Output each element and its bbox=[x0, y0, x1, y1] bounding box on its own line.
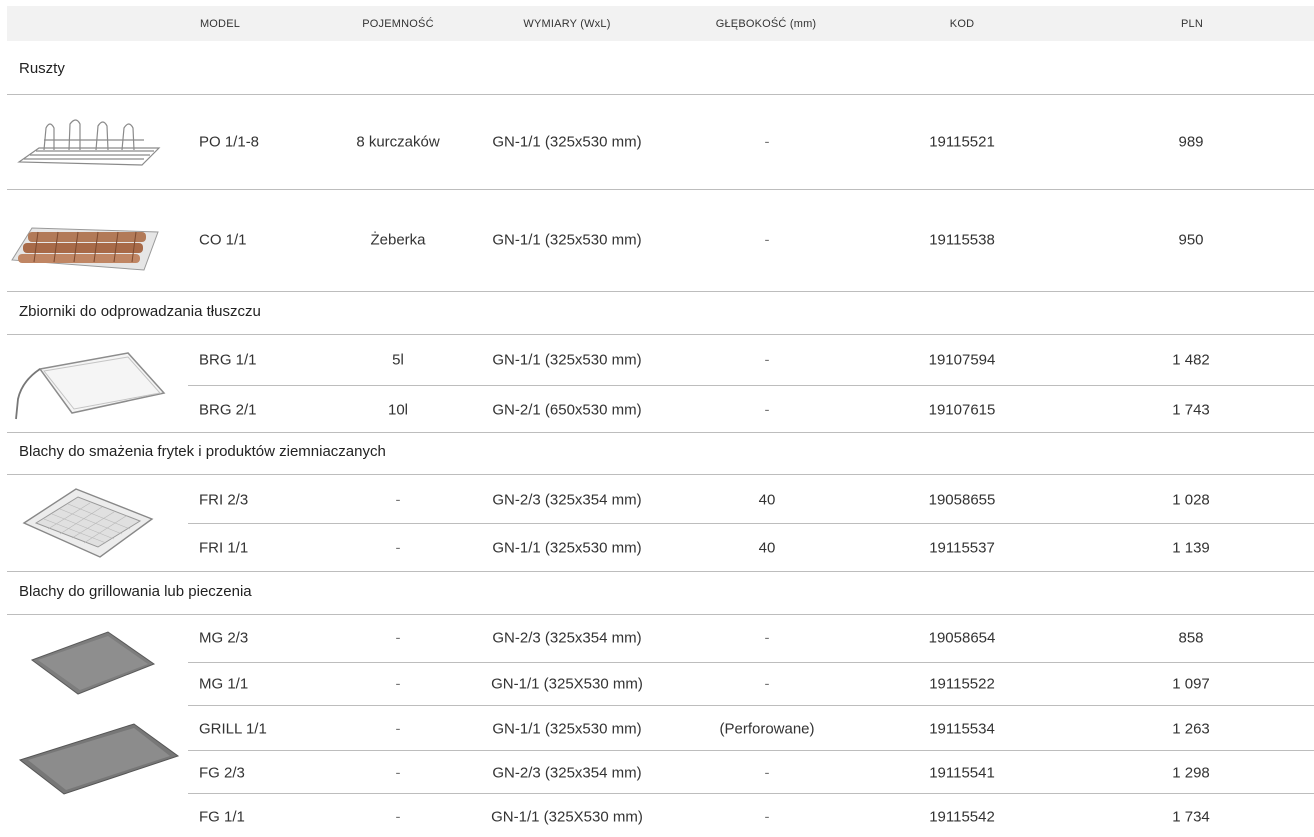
cell-depth: - bbox=[764, 629, 770, 647]
col-depth-header: GŁĘBOKOŚĆ (mm) bbox=[715, 18, 817, 30]
cell-depth: 40 bbox=[758, 539, 776, 557]
chicken-rack-image bbox=[17, 119, 161, 166]
cell-price: 1 734 bbox=[1172, 808, 1210, 826]
cell-code: 19115537 bbox=[929, 539, 995, 557]
grill-tray-large-image bbox=[18, 723, 180, 795]
row-divider bbox=[188, 750, 1314, 751]
cell-price: 1 298 bbox=[1172, 764, 1210, 782]
cell-dimensions: GN-2/3 (325x354 mm) bbox=[492, 629, 642, 647]
cell-model: FG 2/3 bbox=[199, 764, 245, 782]
section-title-fry-trays: Blachy do smażenia frytek i produktów zi… bbox=[19, 443, 386, 460]
cell-code: 19115541 bbox=[929, 764, 995, 782]
divider bbox=[7, 334, 1314, 335]
cell-dimensions: GN-1/1 (325x530 mm) bbox=[492, 133, 642, 151]
section-title-grill-trays: Blachy do grillowania lub pieczenia bbox=[19, 583, 252, 600]
cell-capacity: - bbox=[395, 491, 401, 509]
cell-model: MG 2/3 bbox=[199, 629, 249, 647]
row-divider bbox=[188, 385, 1314, 386]
cell-price: 950 bbox=[1178, 231, 1204, 249]
cell-capacity: 5l bbox=[392, 351, 404, 369]
cell-dimensions: GN-1/1 (325X530 mm) bbox=[491, 675, 643, 693]
cell-model: PO 1/1-8 bbox=[199, 133, 260, 151]
divider bbox=[7, 94, 1314, 95]
cell-depth: - bbox=[764, 675, 770, 693]
cell-price: 858 bbox=[1178, 629, 1204, 647]
cell-dimensions: GN-1/1 (325X530 mm) bbox=[491, 808, 643, 826]
cell-model: BRG 2/1 bbox=[199, 401, 257, 419]
cell-model: FRI 2/3 bbox=[199, 491, 249, 509]
cell-capacity: - bbox=[395, 808, 401, 826]
cell-capacity: - bbox=[395, 764, 401, 782]
cell-code: 19115542 bbox=[929, 808, 995, 826]
cell-price: 1 139 bbox=[1172, 539, 1210, 557]
cell-capacity: 8 kurczaków bbox=[356, 133, 440, 151]
cell-code: 19107615 bbox=[928, 401, 996, 419]
cell-capacity: - bbox=[395, 539, 401, 557]
row-divider bbox=[188, 793, 1314, 794]
divider bbox=[7, 189, 1314, 190]
cell-code: 19115538 bbox=[929, 231, 995, 249]
cell-depth: - bbox=[764, 231, 770, 249]
table-header: MODEL POJEMNOŚĆ WYMIARY (WxL) GŁĘBOKOŚĆ … bbox=[7, 6, 1314, 41]
cell-depth: (Perforowane) bbox=[719, 720, 815, 738]
divider bbox=[7, 432, 1314, 433]
ribs-rack-image bbox=[11, 227, 159, 271]
row-divider bbox=[188, 705, 1314, 706]
cell-model: FG 1/1 bbox=[199, 808, 245, 826]
cell-price: 1 263 bbox=[1172, 720, 1210, 738]
cell-depth: - bbox=[764, 808, 770, 826]
cell-price: 989 bbox=[1178, 133, 1204, 151]
cell-capacity: - bbox=[395, 629, 401, 647]
cell-model: CO 1/1 bbox=[199, 231, 247, 249]
col-dimensions-header: WYMIARY (WxL) bbox=[523, 18, 611, 30]
cell-depth: - bbox=[764, 401, 770, 419]
cell-depth: 40 bbox=[758, 491, 776, 509]
cell-code: 19058655 bbox=[928, 491, 996, 509]
divider bbox=[7, 614, 1314, 615]
cell-capacity: - bbox=[395, 720, 401, 738]
grease-container-image bbox=[15, 352, 166, 420]
cell-price: 1 028 bbox=[1172, 491, 1210, 509]
cell-price: 1 743 bbox=[1172, 401, 1210, 419]
section-title-ruszty: Ruszty bbox=[19, 60, 65, 77]
col-model-header: MODEL bbox=[199, 18, 241, 30]
cell-price: 1 097 bbox=[1172, 675, 1210, 693]
cell-depth: - bbox=[764, 351, 770, 369]
section-title-grease-containers: Zbiorniki do odprowadzania tłuszczu bbox=[19, 303, 261, 320]
cell-depth: - bbox=[764, 764, 770, 782]
divider bbox=[7, 571, 1314, 572]
cell-dimensions: GN-2/3 (325x354 mm) bbox=[492, 764, 642, 782]
divider bbox=[7, 291, 1314, 292]
cell-dimensions: GN-1/1 (325x530 mm) bbox=[492, 231, 642, 249]
cell-code: 19115534 bbox=[929, 720, 995, 738]
cell-depth: - bbox=[764, 133, 770, 151]
cell-dimensions: GN-1/1 (325x530 mm) bbox=[492, 351, 642, 369]
cell-capacity: 10l bbox=[387, 401, 409, 419]
col-price-header: PLN bbox=[1181, 18, 1203, 30]
row-divider bbox=[188, 662, 1314, 663]
row-divider bbox=[188, 523, 1314, 524]
col-code-header: KOD bbox=[949, 18, 975, 30]
cell-code: 19115522 bbox=[929, 675, 995, 693]
cell-code: 19107594 bbox=[928, 351, 996, 369]
cell-dimensions: GN-2/3 (325x354 mm) bbox=[492, 491, 642, 509]
cell-capacity: - bbox=[395, 675, 401, 693]
cell-dimensions: GN-1/1 (325x530 mm) bbox=[492, 720, 642, 738]
cell-price: 1 482 bbox=[1172, 351, 1210, 369]
cell-model: MG 1/1 bbox=[199, 675, 249, 693]
cell-dimensions: GN-1/1 (325x530 mm) bbox=[492, 539, 642, 557]
col-capacity-header: POJEMNOŚĆ bbox=[362, 18, 434, 30]
cell-model: BRG 1/1 bbox=[199, 351, 257, 369]
cell-code: 19058654 bbox=[928, 629, 996, 647]
mg-tray-small-image bbox=[30, 631, 156, 695]
cell-dimensions: GN-2/1 (650x530 mm) bbox=[492, 401, 642, 419]
fry-basket-image bbox=[22, 488, 154, 558]
cell-capacity: Żeberka bbox=[370, 231, 426, 249]
divider bbox=[7, 474, 1314, 475]
cell-model: FRI 1/1 bbox=[199, 539, 249, 557]
cell-model: GRILL 1/1 bbox=[199, 720, 267, 738]
cell-code: 19115521 bbox=[929, 133, 995, 151]
